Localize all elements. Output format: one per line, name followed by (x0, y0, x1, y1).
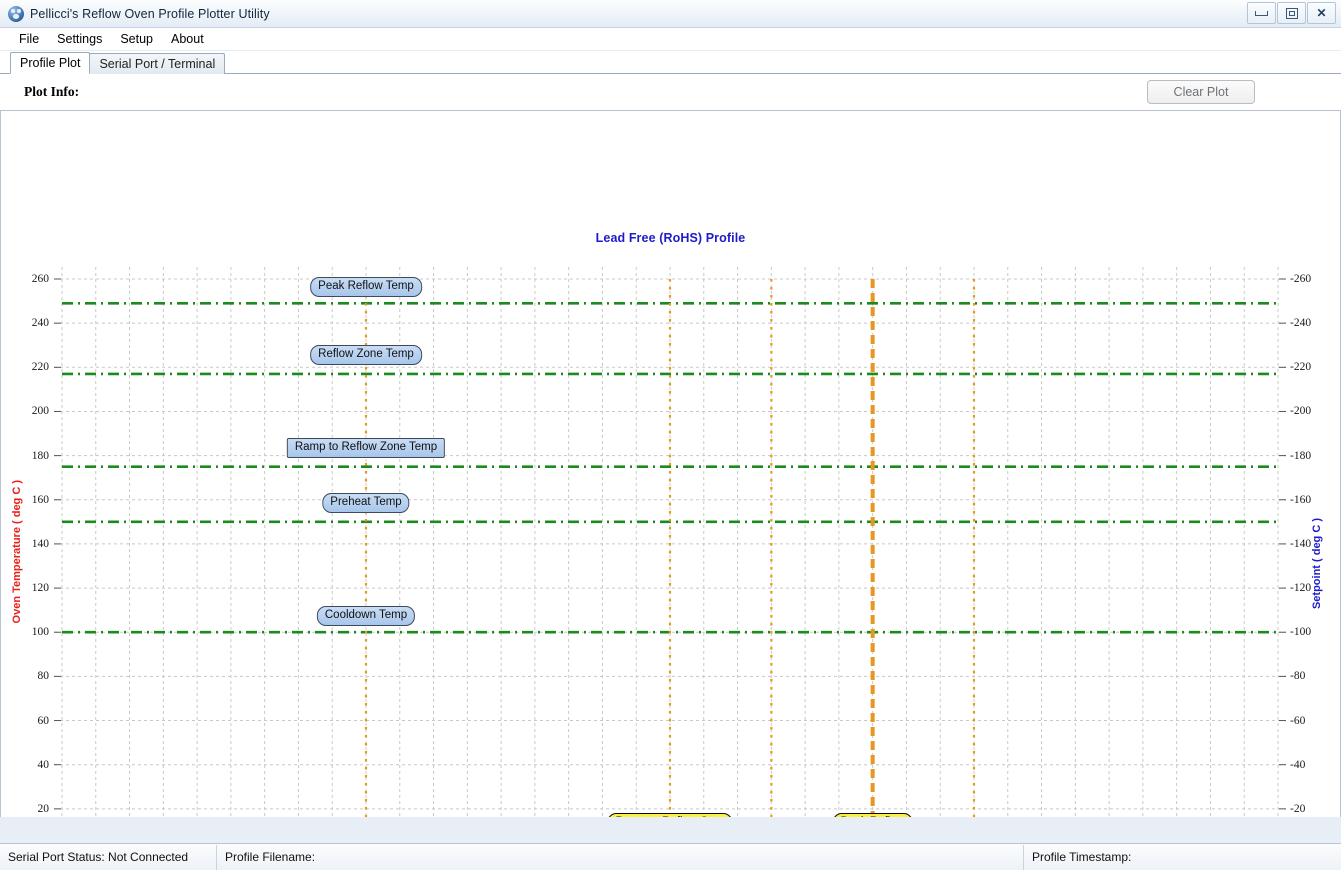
y-tick-label-left: 240 (31, 317, 49, 330)
threshold-badge-peak-reflow-temp[interactable]: Peak Reflow Temp (310, 276, 422, 297)
profile-plot-chart: Lead Free (RoHS) Profile Oven Temperatur… (0, 111, 1341, 817)
close-button[interactable]: ✕ (1307, 2, 1336, 24)
status-bar: Serial Port Status: Not Connected Profil… (0, 843, 1341, 870)
y-tick-label-left: 100 (31, 626, 49, 639)
y-tick-label-left: 160 (31, 493, 49, 506)
restore-button[interactable] (1277, 2, 1306, 24)
menu-settings[interactable]: Settings (48, 30, 111, 48)
restore-icon (1285, 7, 1298, 19)
threshold-badge-ramp-to-reflow-zone-temp[interactable]: Ramp to Reflow Zone Temp (286, 437, 446, 458)
y-axis-title-right: Setpoint ( deg C ) (1311, 518, 1323, 610)
chart-canvas (54, 267, 1286, 817)
y-tick-label-right: -140 (1290, 537, 1312, 550)
y-tick-label-right: -100 (1290, 626, 1312, 639)
y-tick-label-left: 200 (31, 405, 49, 418)
y-tick-label-right: -220 (1290, 361, 1312, 374)
minimize-button[interactable] (1247, 2, 1276, 24)
y-tick-label-right: -260 (1290, 273, 1312, 285)
y-tick-label-right: -60 (1290, 714, 1306, 727)
y-tick-label-right: -180 (1290, 449, 1312, 462)
y-tick-label-left: 60 (37, 714, 50, 727)
tab-profile-plot[interactable]: Profile Plot (10, 52, 91, 74)
profile-timestamp-status: Profile Timestamp: (1032, 850, 1132, 864)
app-window: Pellicci's Reflow Oven Profile Plotter U… (0, 0, 1341, 870)
window-controls: ✕ (1246, 2, 1336, 24)
plot-info-bar: Plot Info: Clear Plot (0, 74, 1341, 111)
y-tick-label-right: -200 (1290, 405, 1312, 418)
y-tick-label-left: 260 (31, 273, 49, 285)
profile-filename-status: Profile Filename: (217, 844, 1024, 870)
y-tick-label-right: -120 (1290, 582, 1312, 595)
event-badge-peak-reflow[interactable]: Peak Reflow (832, 813, 913, 817)
title-bar: Pellicci's Reflow Oven Profile Plotter U… (0, 0, 1341, 28)
y-tick-label-left: 120 (31, 582, 49, 595)
y-tick-label-left: 80 (37, 670, 50, 683)
clear-plot-button[interactable]: Clear Plot (1147, 80, 1255, 104)
threshold-badge-preheat-temp[interactable]: Preheat Temp (322, 492, 410, 513)
menu-about[interactable]: About (162, 30, 213, 48)
menu-bar: File Settings Setup About (0, 28, 1341, 51)
window-title: Pellicci's Reflow Oven Profile Plotter U… (30, 6, 270, 21)
y-tick-label-left: 220 (31, 361, 49, 374)
menu-setup[interactable]: Setup (111, 30, 162, 48)
plot-info-label: Plot Info: (24, 84, 80, 99)
serial-port-status: Serial Port Status: Not Connected (0, 844, 217, 870)
close-icon: ✕ (1316, 6, 1327, 20)
menu-file[interactable]: File (10, 30, 48, 48)
y-tick-label-left: 20 (37, 802, 50, 815)
y-tick-label-right: -80 (1290, 670, 1306, 683)
y-tick-label-right: -160 (1290, 493, 1312, 506)
y-tick-label-right: -40 (1290, 758, 1306, 771)
tab-strip: Profile Plot Serial Port / Terminal (0, 51, 1341, 74)
y-tick-label-left: 180 (31, 449, 49, 462)
event-badge-ramp-to-reflow-start[interactable]: Ramp to Reflow Start (607, 813, 733, 817)
y-tick-label-right: -20 (1290, 802, 1306, 815)
threshold-badge-reflow-zone-temp[interactable]: Reflow Zone Temp (310, 345, 422, 366)
y-tick-label-left: 40 (37, 758, 50, 771)
y-tick-label-right: -240 (1290, 317, 1312, 330)
y-tick-label-left: 140 (31, 537, 49, 550)
y-axis-title-left: Oven Temperature ( deg C ) (11, 480, 23, 624)
app-icon (8, 5, 24, 22)
threshold-badge-cooldown-temp[interactable]: Cooldown Temp (316, 605, 416, 626)
tab-serial-port-terminal[interactable]: Serial Port / Terminal (89, 53, 226, 74)
minimize-icon (1255, 10, 1268, 16)
